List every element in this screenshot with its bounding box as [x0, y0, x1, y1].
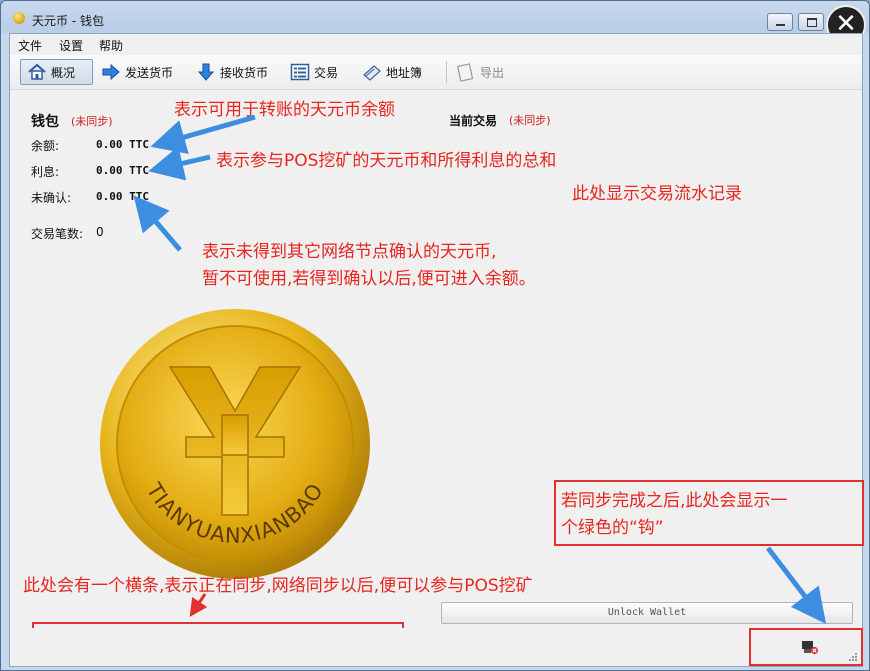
arrow-to-stake [148, 146, 211, 181]
arrow-to-balance [150, 114, 256, 154]
arrow-to-status-icon [766, 546, 827, 624]
arrow-to-unconfirmed [133, 195, 182, 252]
arrow-to-progress-area [189, 593, 208, 617]
annotation-arrows [133, 114, 827, 624]
